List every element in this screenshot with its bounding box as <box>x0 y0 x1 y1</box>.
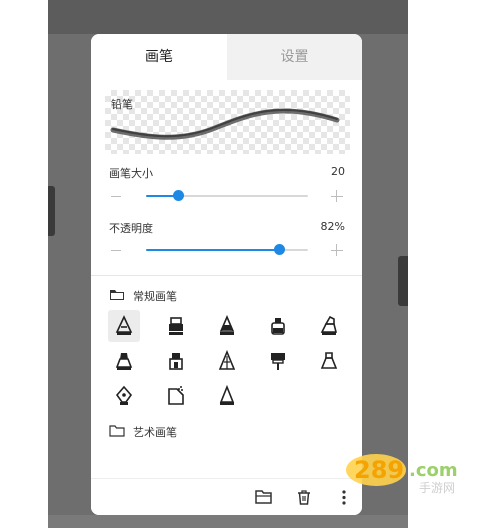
watermark-logo: 289 .com 手游网 <box>346 454 458 495</box>
brush-pencil[interactable] <box>108 310 140 342</box>
app-bottom-bar <box>48 515 408 528</box>
folder-open-icon[interactable] <box>255 489 273 505</box>
right-panel-handle[interactable] <box>398 256 408 306</box>
size-slider-thumb[interactable] <box>173 190 184 201</box>
opacity-label: 不透明度 <box>109 222 153 235</box>
pencil-icon <box>115 315 133 335</box>
opacity-decrease-button[interactable] <box>111 250 121 251</box>
outline-brush-icon <box>320 352 338 369</box>
opacity-slider-fill <box>146 249 279 251</box>
delete-icon[interactable] <box>296 489 312 506</box>
divider <box>91 275 362 276</box>
regular-brushes-title: 常规画笔 <box>133 290 177 303</box>
svg-text:手游网: 手游网 <box>419 481 455 495</box>
opacity-slider-thumb[interactable] <box>274 244 285 255</box>
stroke-preview <box>110 108 340 140</box>
ink-bottle-icon <box>271 318 285 335</box>
folder-outline-icon <box>109 425 125 437</box>
brush-pen-nib[interactable] <box>108 380 140 412</box>
opacity-increase-button-stem[interactable] <box>336 244 337 256</box>
tab-brush[interactable]: 画笔 <box>91 34 227 80</box>
app-toolbar <box>48 0 408 34</box>
brush-panel: 画笔 设置 铅笔 画笔大小 20 不透明度 82% 常规画笔 艺术画笔 <box>91 34 362 515</box>
svg-text:.com: .com <box>409 460 458 481</box>
stamp-brush-icon <box>169 353 183 370</box>
folder-icon <box>110 290 124 300</box>
crayon-icon <box>218 350 236 370</box>
brush-paint[interactable] <box>262 345 294 377</box>
brush-triangle[interactable] <box>211 380 243 412</box>
left-panel-handle[interactable] <box>48 186 55 236</box>
tab-bar: 画笔 设置 <box>91 34 362 80</box>
marker-icon <box>169 317 183 335</box>
art-brushes-title: 艺术画笔 <box>133 426 177 439</box>
size-value: 20 <box>331 165 345 178</box>
size-decrease-button[interactable] <box>111 196 121 197</box>
brush-ink-bottle[interactable] <box>262 310 294 342</box>
brush-preview: 铅笔 <box>105 90 350 154</box>
brush-chisel-marker[interactable] <box>313 310 345 342</box>
wide-brush-icon <box>115 353 133 370</box>
brush-cone[interactable] <box>211 310 243 342</box>
pen-nib-icon <box>115 385 133 405</box>
bottom-toolbar <box>91 478 362 515</box>
cone-brush-icon <box>219 315 235 335</box>
paint-brush-icon <box>271 353 285 370</box>
size-label: 画笔大小 <box>109 167 153 180</box>
triangle-brush-icon <box>219 385 235 405</box>
opacity-increase-button[interactable] <box>331 250 343 251</box>
size-increase-button-stem[interactable] <box>336 190 337 202</box>
brush-stamp[interactable] <box>160 345 192 377</box>
brush-wide[interactable] <box>108 345 140 377</box>
opacity-value: 82% <box>320 220 345 233</box>
brush-crayon[interactable] <box>211 345 243 377</box>
tab-settings[interactable]: 设置 <box>227 34 362 80</box>
chisel-marker-icon <box>320 315 338 335</box>
brush-outline[interactable] <box>313 345 345 377</box>
size-increase-button[interactable] <box>331 196 343 197</box>
brush-spray[interactable] <box>160 380 192 412</box>
spray-icon <box>168 386 184 405</box>
svg-text:289: 289 <box>354 456 404 484</box>
brush-marker[interactable] <box>160 310 192 342</box>
